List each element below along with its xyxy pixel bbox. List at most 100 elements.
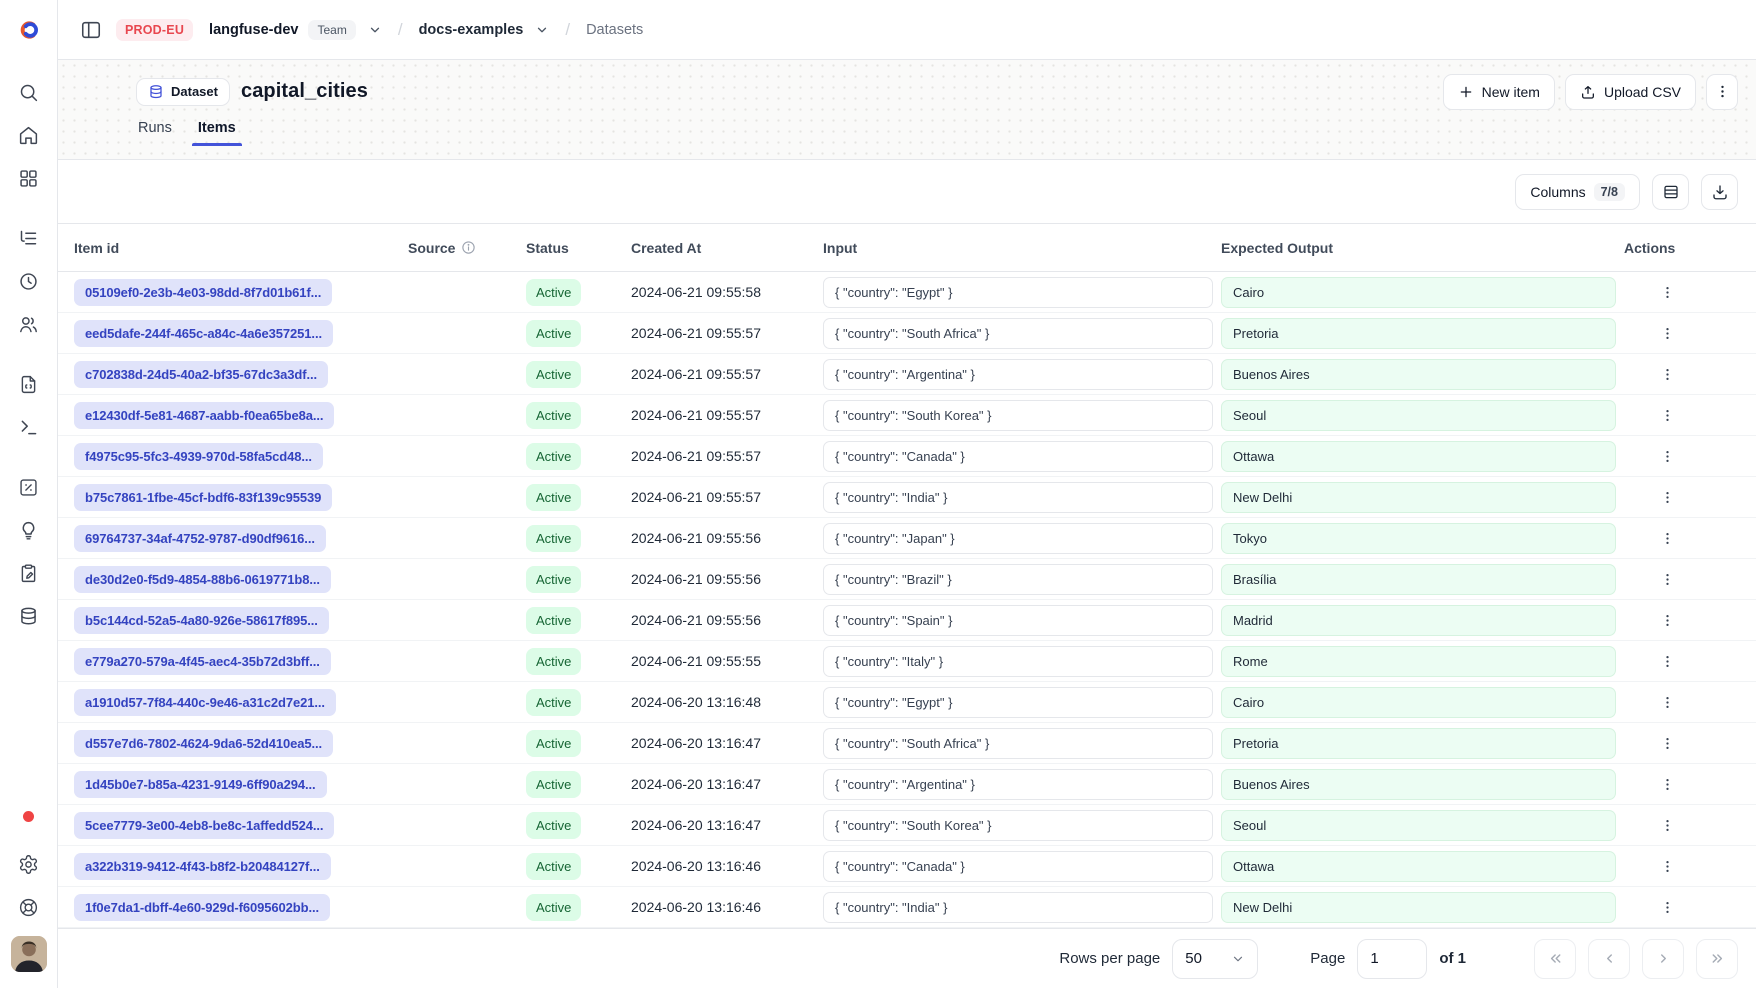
sidebar xyxy=(0,0,58,988)
page-number-input[interactable] xyxy=(1357,939,1427,979)
row-actions-kebab[interactable] xyxy=(1654,486,1681,509)
row-actions-kebab[interactable] xyxy=(1654,855,1681,878)
tab-items[interactable]: Items xyxy=(198,120,236,145)
created-at-cell: 2024-06-20 13:16:48 xyxy=(623,694,815,710)
org-name[interactable]: langfuse-dev xyxy=(209,22,298,38)
table-row[interactable]: 1d45b0e7-b85a-4231-9149-6ff90a294... Act… xyxy=(58,764,1756,805)
kebab-icon xyxy=(1660,736,1675,751)
last-page-button[interactable] xyxy=(1696,939,1738,979)
input-cell: { "country": "Brazil" } xyxy=(823,564,1213,595)
item-id-pill[interactable]: 5cee7779-3e00-4eb8-be8c-1affedd524... xyxy=(74,812,334,839)
row-actions-kebab[interactable] xyxy=(1654,732,1681,755)
tracing-icon[interactable] xyxy=(12,224,46,252)
row-actions-kebab[interactable] xyxy=(1654,568,1681,591)
table-row[interactable]: c702838d-24d5-40a2-bf35-67dc3a3df... Act… xyxy=(58,354,1756,395)
annotation-icon[interactable] xyxy=(12,559,46,587)
row-actions-kebab[interactable] xyxy=(1654,322,1681,345)
input-cell: { "country": "South Korea" } xyxy=(823,400,1213,431)
home-icon[interactable] xyxy=(12,121,46,149)
item-id-pill[interactable]: eed5dafe-244f-465c-a84c-4a6e357251... xyxy=(74,320,333,347)
table-row[interactable]: 69764737-34af-4752-9787-d90df9616... Act… xyxy=(58,518,1756,559)
item-id-pill[interactable]: 1f0e7da1-dbff-4e60-929d-f6095602bb... xyxy=(74,894,330,921)
evaluation-icon[interactable] xyxy=(12,473,46,501)
row-actions-kebab[interactable] xyxy=(1654,363,1681,386)
col-header-created-at[interactable]: Created At xyxy=(623,240,815,256)
columns-button[interactable]: Columns 7/8 xyxy=(1515,174,1640,210)
table-row[interactable]: 05109ef0-2e3b-4e03-98dd-8f7d01b61f... Ac… xyxy=(58,272,1756,313)
new-item-button[interactable]: New item xyxy=(1443,74,1555,110)
support-icon[interactable] xyxy=(12,893,46,921)
dashboards-icon[interactable] xyxy=(12,164,46,192)
row-actions-kebab[interactable] xyxy=(1654,609,1681,632)
status-badge: Active xyxy=(526,730,581,757)
item-id-pill[interactable]: d557e7d6-7802-4624-9da6-52d410ea5... xyxy=(74,730,333,757)
insights-icon[interactable] xyxy=(12,516,46,544)
col-header-expected-output[interactable]: Expected Output xyxy=(1213,240,1616,256)
item-id-pill[interactable]: b5c144cd-52a5-4a80-926e-58617f895... xyxy=(74,607,329,634)
item-id-pill[interactable]: de30d2e0-f5d9-4854-88b6-0619771b8... xyxy=(74,566,331,593)
col-header-source[interactable]: Source xyxy=(400,240,518,256)
project-chevron-down-icon[interactable] xyxy=(535,23,549,37)
status-badge: Active xyxy=(526,689,581,716)
table-row[interactable]: a1910d57-7f84-440c-9e46-a31c2d7e21... Ac… xyxy=(58,682,1756,723)
users-icon[interactable] xyxy=(12,310,46,338)
table-row[interactable]: d557e7d6-7802-4624-9da6-52d410ea5... Act… xyxy=(58,723,1756,764)
table-row[interactable]: eed5dafe-244f-465c-a84c-4a6e357251... Ac… xyxy=(58,313,1756,354)
row-height-button[interactable] xyxy=(1652,174,1689,210)
item-id-pill[interactable]: b75c7861-1fbe-45cf-bdf6-83f139c95539 xyxy=(74,484,332,511)
table-row[interactable]: a322b319-9412-4f43-b8f2-b20484127f... Ac… xyxy=(58,846,1756,887)
table-row[interactable]: e779a270-579a-4f45-aec4-35b72d3bff... Ac… xyxy=(58,641,1756,682)
row-actions-kebab[interactable] xyxy=(1654,527,1681,550)
sessions-icon[interactable] xyxy=(12,267,46,295)
langfuse-logo[interactable] xyxy=(0,0,57,60)
row-actions-kebab[interactable] xyxy=(1654,445,1681,468)
upload-csv-button[interactable]: Upload CSV xyxy=(1565,74,1696,110)
created-at-cell: 2024-06-21 09:55:57 xyxy=(623,325,815,341)
table-row[interactable]: f4975c95-5fc3-4939-970d-58fa5cd48... Act… xyxy=(58,436,1756,477)
item-id-pill[interactable]: e779a270-579a-4f45-aec4-35b72d3bff... xyxy=(74,648,331,675)
col-header-input[interactable]: Input xyxy=(815,240,1213,256)
row-actions-kebab[interactable] xyxy=(1654,773,1681,796)
table-row[interactable]: de30d2e0-f5d9-4854-88b6-0619771b8... Act… xyxy=(58,559,1756,600)
table-row[interactable]: b75c7861-1fbe-45cf-bdf6-83f139c95539 Act… xyxy=(58,477,1756,518)
created-at-cell: 2024-06-20 13:16:47 xyxy=(623,817,815,833)
user-avatar[interactable] xyxy=(11,936,47,972)
table-row[interactable]: 5cee7779-3e00-4eb8-be8c-1affedd524... Ac… xyxy=(58,805,1756,846)
export-button[interactable] xyxy=(1701,174,1738,210)
table-row[interactable]: e12430df-5e81-4687-aabb-f0ea65be8a... Ac… xyxy=(58,395,1756,436)
org-chevron-down-icon[interactable] xyxy=(368,23,382,37)
row-actions-kebab[interactable] xyxy=(1654,281,1681,304)
next-page-button[interactable] xyxy=(1642,939,1684,979)
item-id-pill[interactable]: 05109ef0-2e3b-4e03-98dd-8f7d01b61f... xyxy=(74,279,332,306)
page-actions-kebab[interactable] xyxy=(1706,74,1738,110)
item-id-pill[interactable]: c702838d-24d5-40a2-bf35-67dc3a3df... xyxy=(74,361,328,388)
row-actions-kebab[interactable] xyxy=(1654,814,1681,837)
sidebar-toggle-icon[interactable] xyxy=(76,15,106,45)
upload-icon xyxy=(1580,84,1596,100)
playground-icon[interactable] xyxy=(12,413,46,441)
col-header-item-id[interactable]: Item id xyxy=(66,240,400,256)
search-icon[interactable] xyxy=(12,78,46,106)
item-id-pill[interactable]: e12430df-5e81-4687-aabb-f0ea65be8a... xyxy=(74,402,334,429)
tab-runs[interactable]: Runs xyxy=(138,120,172,145)
item-id-pill[interactable]: a322b319-9412-4f43-b8f2-b20484127f... xyxy=(74,853,331,880)
row-actions-kebab[interactable] xyxy=(1654,896,1681,919)
row-actions-kebab[interactable] xyxy=(1654,650,1681,673)
prev-page-button[interactable] xyxy=(1588,939,1630,979)
row-actions-kebab[interactable] xyxy=(1654,691,1681,714)
rows-per-page-select[interactable]: 50 xyxy=(1172,939,1258,979)
prompts-icon[interactable] xyxy=(12,370,46,398)
table-row[interactable]: b5c144cd-52a5-4a80-926e-58617f895... Act… xyxy=(58,600,1756,641)
first-page-button[interactable] xyxy=(1534,939,1576,979)
table-row[interactable]: 1f0e7da1-dbff-4e60-929d-f6095602bb... Ac… xyxy=(58,887,1756,928)
row-actions-kebab[interactable] xyxy=(1654,404,1681,427)
item-id-pill[interactable]: 1d45b0e7-b85a-4231-9149-6ff90a294... xyxy=(74,771,327,798)
item-id-pill[interactable]: a1910d57-7f84-440c-9e46-a31c2d7e21... xyxy=(74,689,336,716)
item-id-pill[interactable]: f4975c95-5fc3-4939-970d-58fa5cd48... xyxy=(74,443,323,470)
project-name[interactable]: docs-examples xyxy=(419,22,524,38)
col-header-status[interactable]: Status xyxy=(518,240,623,256)
item-id-pill[interactable]: 69764737-34af-4752-9787-d90df9616... xyxy=(74,525,326,552)
settings-icon[interactable] xyxy=(12,850,46,878)
breadcrumb-section[interactable]: Datasets xyxy=(586,22,643,38)
datasets-icon[interactable] xyxy=(12,602,46,630)
